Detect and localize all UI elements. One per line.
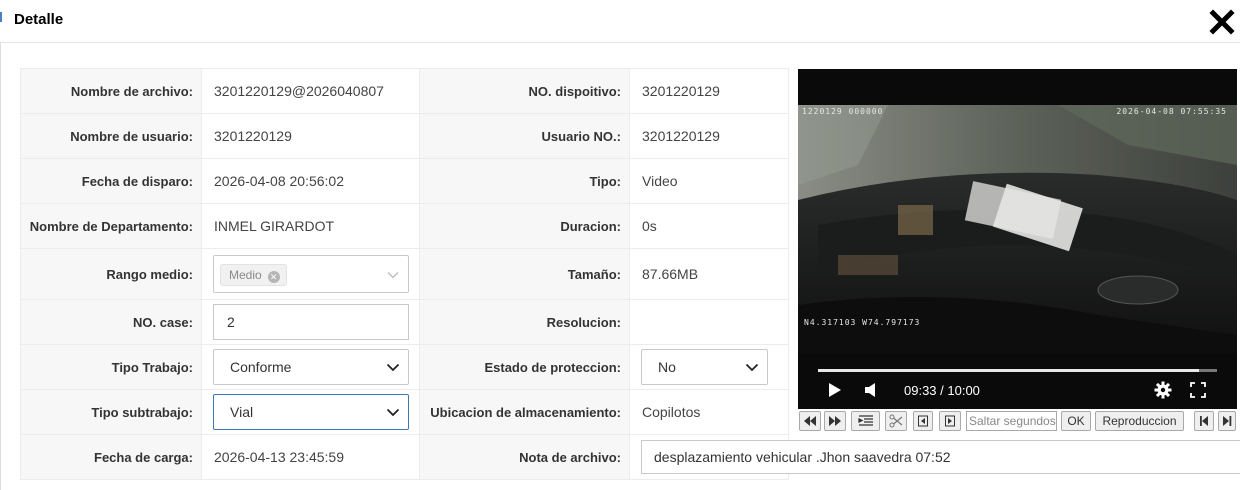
- list-button[interactable]: [851, 411, 880, 431]
- video-player[interactable]: 1220129 000000 2026-04-08 07:55:35 N4.31…: [798, 69, 1237, 409]
- dialog-header: Detalle: [0, 0, 1240, 43]
- detail-form: Nombre de archivo: 3201220129@2026040807…: [20, 68, 1240, 480]
- case-input[interactable]: 2: [213, 304, 409, 340]
- left-border: [0, 42, 1, 490]
- ok-button[interactable]: OK: [1061, 411, 1091, 431]
- chevron-down-icon: [386, 363, 400, 372]
- user-no-label: Usuario NO.:: [419, 113, 630, 159]
- user-name-label: Nombre de usuario:: [20, 113, 202, 159]
- range-select[interactable]: Medio ✕: [213, 255, 409, 293]
- device-no-value: 3201220129: [629, 68, 789, 114]
- type-value: Video: [629, 158, 789, 204]
- device-no-label: NO. dispoitivo:: [419, 68, 630, 114]
- note-cell: desplazamiento vehicular .Jhon saavedra …: [629, 434, 1240, 480]
- fast-forward-icon: [829, 416, 841, 426]
- case-cell: 2: [201, 299, 420, 345]
- storage-label: Ubicacion de almacenamiento:: [419, 389, 630, 435]
- subwork-select[interactable]: Vial: [213, 394, 409, 430]
- play-icon[interactable]: [828, 382, 842, 398]
- dialog-title: Detalle: [14, 11, 64, 28]
- close-icon[interactable]: [1208, 8, 1236, 36]
- shot-date-label: Fecha de disparo:: [20, 158, 202, 204]
- subwork-label: Tipo subtrabajo:: [20, 389, 202, 435]
- left-edge-marker: [0, 12, 2, 22]
- file-name-value: 3201220129@2026040807: [201, 68, 420, 114]
- progress-fill: [818, 369, 1200, 372]
- player-toolbar: Saltar segundos OK Reproduccion: [798, 409, 1240, 435]
- tag-remove-icon[interactable]: ✕: [267, 271, 280, 283]
- seek-seconds-input[interactable]: Saltar segundos: [966, 411, 1057, 431]
- video-scene: [798, 105, 1237, 353]
- fast-forward-button[interactable]: [824, 411, 846, 431]
- skip-start-button[interactable]: [1194, 411, 1214, 431]
- duration-label: Duracion:: [419, 203, 630, 249]
- fullscreen-icon[interactable]: [1190, 382, 1206, 398]
- settings-gear-icon[interactable]: [1154, 381, 1172, 399]
- range-tag-label: Medio: [229, 268, 262, 282]
- osd-gps: N4.317103 W74.797173: [804, 318, 921, 327]
- note-value: desplazamiento vehicular .Jhon saavedra …: [654, 449, 951, 465]
- work-type-select[interactable]: Conforme: [213, 349, 409, 385]
- protection-value: No: [658, 359, 676, 375]
- work-type-value: Conforme: [230, 359, 292, 375]
- chevron-down-icon: [386, 408, 400, 417]
- department-label: Nombre de Departamento:: [20, 203, 202, 249]
- note-input[interactable]: desplazamiento vehicular .Jhon saavedra …: [641, 440, 1240, 474]
- work-type-cell: Conforme: [201, 344, 420, 390]
- subwork-cell: Vial: [201, 389, 420, 435]
- size-value: 87.66MB: [629, 248, 789, 300]
- progress-bar[interactable]: [818, 369, 1217, 372]
- list-icon: [857, 415, 873, 426]
- case-label: NO. case:: [20, 299, 202, 345]
- protection-cell: No: [629, 344, 789, 390]
- duration-value: 0s: [629, 203, 789, 249]
- next-frame-icon: [945, 415, 955, 427]
- case-input-value: 2: [227, 314, 235, 330]
- range-cell: Medio ✕: [201, 248, 420, 300]
- skip-end-button[interactable]: [1218, 411, 1236, 431]
- next-frame-button[interactable]: [939, 411, 961, 431]
- osd-timestamp: 2026-04-08 07:55:35: [1116, 107, 1227, 116]
- protection-select[interactable]: No: [641, 349, 768, 385]
- work-type-label: Tipo Trabajo:: [20, 344, 202, 390]
- user-name-value: 3201220129: [201, 113, 420, 159]
- upload-date-label: Fecha de carga:: [20, 434, 202, 480]
- playback-button[interactable]: Reproduccion: [1095, 411, 1184, 431]
- type-label: Tipo:: [419, 158, 630, 204]
- rewind-button[interactable]: [799, 411, 821, 431]
- shot-date-value: 2026-04-08 20:56:02: [201, 158, 420, 204]
- range-label: Rango medio:: [20, 248, 202, 300]
- user-no-value: 3201220129: [629, 113, 789, 159]
- subwork-value: Vial: [230, 404, 254, 420]
- osd-id: 1220129 000000: [802, 107, 884, 116]
- storage-value: Copilotos: [629, 389, 789, 435]
- volume-icon[interactable]: [864, 382, 878, 398]
- prev-frame-button[interactable]: [913, 411, 933, 431]
- note-label: Nota de archivo:: [419, 434, 630, 480]
- prev-frame-icon: [918, 415, 928, 427]
- file-name-label: Nombre de archivo:: [20, 68, 202, 114]
- scissors-icon: [889, 414, 903, 428]
- size-label: Tamaño:: [419, 248, 630, 300]
- protection-label: Estado de proteccion:: [419, 344, 630, 390]
- chevron-down-icon: [387, 272, 399, 279]
- skip-end-icon: [1223, 416, 1232, 426]
- skip-start-icon: [1200, 416, 1208, 426]
- video-frame[interactable]: 1220129 000000 2026-04-08 07:55:35 N4.31…: [798, 105, 1237, 353]
- upload-date-value: 2026-04-13 23:45:59: [201, 434, 420, 480]
- resolution-label: Resolucion:: [419, 299, 630, 345]
- time-display: 09:33 / 10:00: [904, 383, 980, 398]
- chevron-down-icon: [745, 363, 759, 372]
- range-tag: Medio ✕: [220, 264, 287, 286]
- clip-button[interactable]: [885, 411, 907, 431]
- resolution-value: [629, 299, 789, 345]
- department-value: INMEL GIRARDOT: [201, 203, 420, 249]
- rewind-icon: [804, 416, 816, 426]
